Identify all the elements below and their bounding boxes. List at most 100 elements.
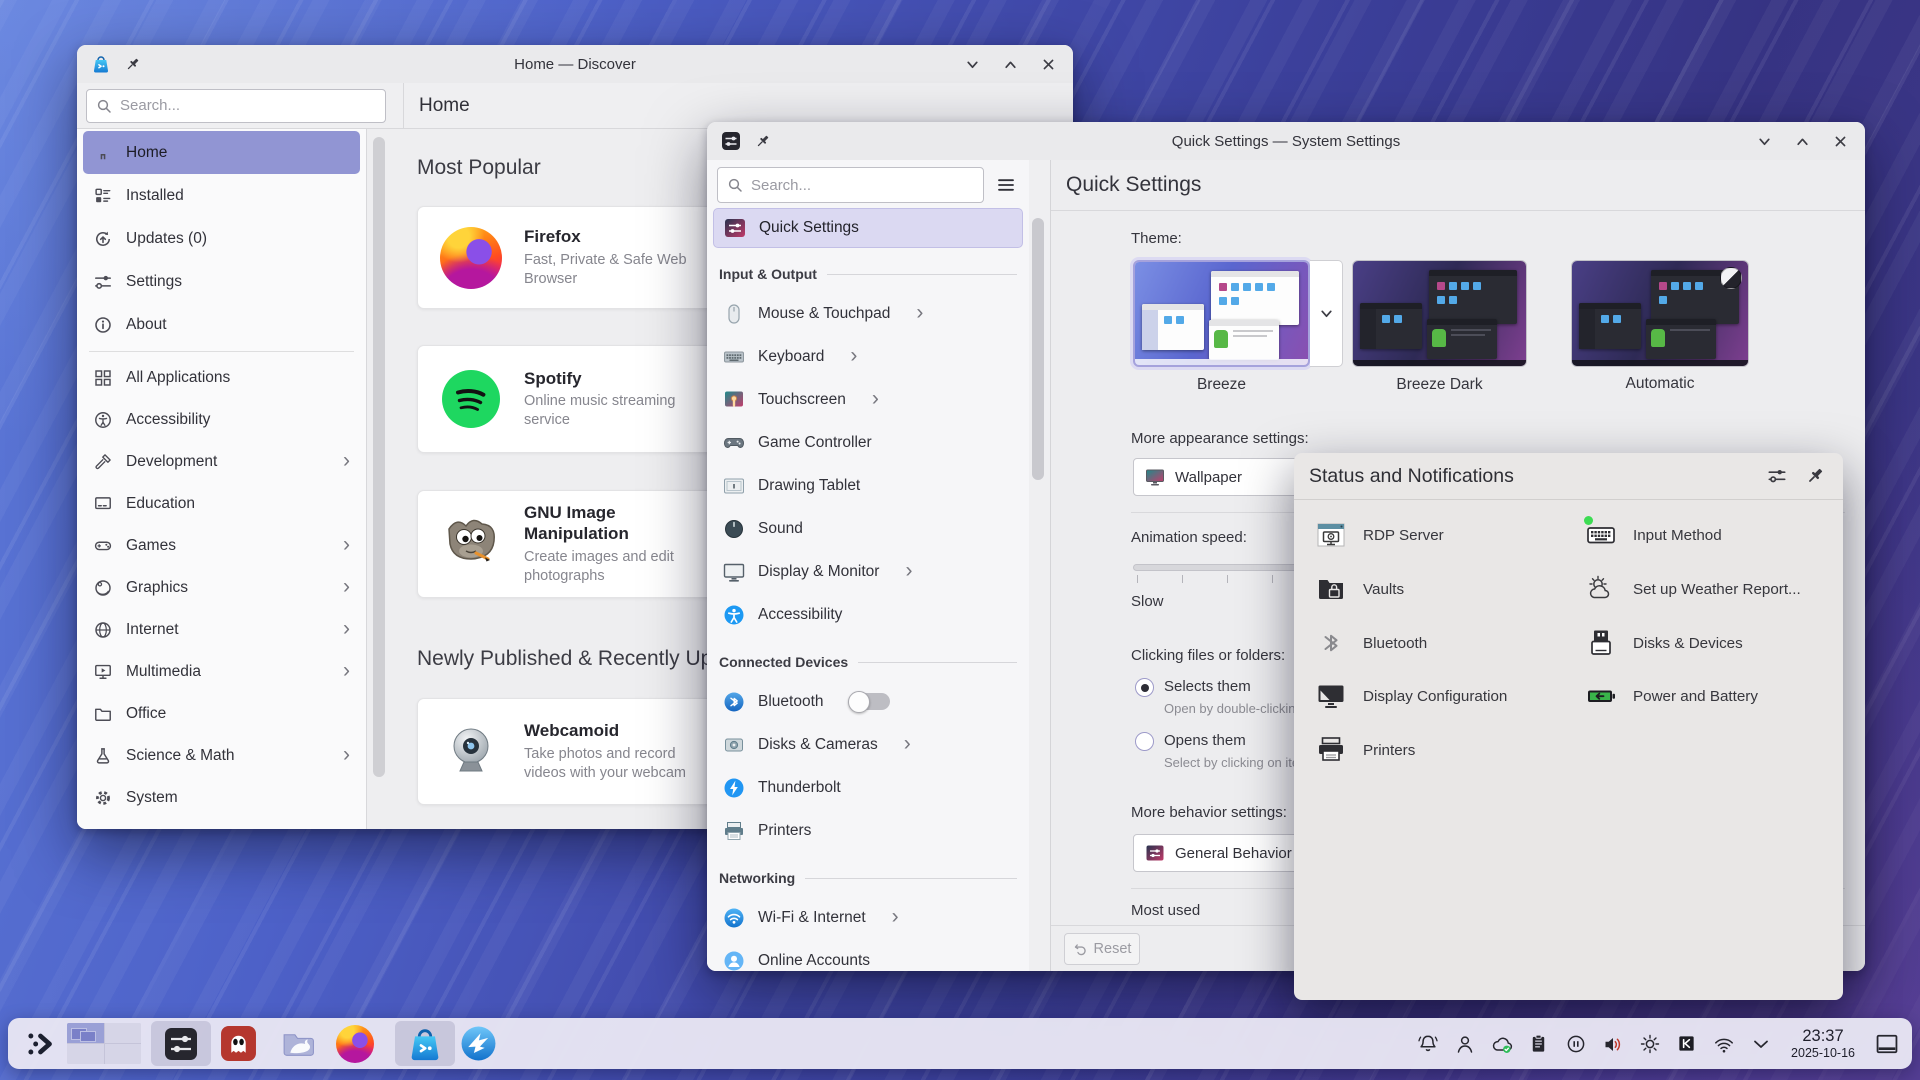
more-appearance-label: More appearance settings:	[1131, 430, 1309, 447]
settings-search-input[interactable]	[751, 177, 974, 194]
sidebar-item-online-accounts[interactable]: Online Accounts	[713, 939, 1023, 971]
settings-scrollbar[interactable]	[1032, 218, 1044, 480]
sidebar-item-mouse-touchpad[interactable]: Mouse & Touchpad ›	[713, 292, 1023, 335]
sidebar-item-game-controller[interactable]: Game Controller	[713, 421, 1023, 464]
pin-icon[interactable]	[1802, 463, 1828, 489]
sidebar-item-settings[interactable]: Settings	[83, 260, 360, 303]
sidebar-item-about[interactable]: About	[83, 303, 360, 346]
popup-item-display-configuration[interactable]: Display Configuration	[1316, 674, 1507, 718]
configure-icon[interactable]	[1764, 463, 1790, 489]
popup-item-vaults[interactable]: Vaults	[1316, 567, 1404, 611]
pin-icon[interactable]	[124, 56, 141, 73]
close-button[interactable]	[1832, 133, 1849, 150]
cloud-sync-icon[interactable]	[1491, 1033, 1513, 1055]
hamburger-menu-icon[interactable]	[991, 170, 1021, 200]
maximize-button[interactable]	[1002, 56, 1019, 73]
sidebar-item-keyboard[interactable]: Keyboard ›	[713, 335, 1023, 378]
theme-card-breeze-dark[interactable]	[1352, 260, 1527, 367]
theme-card-automatic[interactable]	[1571, 260, 1749, 367]
sidebar-item-games[interactable]: Games ›	[83, 525, 360, 567]
popup-item-bluetooth[interactable]: Bluetooth	[1316, 621, 1427, 665]
discover-scrollbar[interactable]	[373, 137, 385, 777]
pager-desktop-3[interactable]	[67, 1044, 104, 1064]
close-button[interactable]	[1040, 56, 1057, 73]
sidebar-item-home[interactable]: Home	[83, 131, 360, 174]
clock[interactable]: 23:37 2025-10-16	[1791, 1027, 1855, 1060]
popup-item-input-method[interactable]: Input Method	[1586, 513, 1722, 557]
pager-desktop-4[interactable]	[105, 1044, 142, 1064]
popup-item-disks-devices[interactable]: Disks & Devices	[1586, 621, 1743, 665]
popup-item-weather[interactable]: Set up Weather Report...	[1586, 567, 1801, 611]
radio-opens-them[interactable]	[1135, 732, 1154, 751]
task-falkon[interactable]	[460, 1018, 497, 1069]
sidebar-item-disks-cameras[interactable]: Disks & Cameras ›	[713, 723, 1023, 766]
expand-tray-icon[interactable]	[1750, 1033, 1772, 1055]
sidebar-item-thunderbolt[interactable]: Thunderbolt	[713, 766, 1023, 809]
notifications-icon[interactable]	[1417, 1033, 1439, 1055]
sidebar-item-accessibility[interactable]: Accessibility	[713, 593, 1023, 636]
wifi-icon[interactable]	[1713, 1033, 1735, 1055]
minimize-button[interactable]	[1756, 133, 1773, 150]
popup-item-power-battery[interactable]: Power and Battery	[1586, 674, 1758, 718]
show-desktop-button[interactable]	[1874, 1031, 1900, 1057]
game-controller-icon	[723, 432, 745, 454]
popup-item-printers[interactable]: Printers	[1316, 728, 1415, 772]
clipboard-icon[interactable]	[1528, 1033, 1550, 1055]
volume-icon[interactable]	[1602, 1033, 1624, 1055]
gear-icon	[93, 788, 113, 808]
settings-search[interactable]	[717, 167, 984, 203]
user-switcher-icon[interactable]	[1454, 1033, 1476, 1055]
sidebar-item-development[interactable]: Development ›	[83, 441, 360, 483]
minimize-button[interactable]	[964, 56, 981, 73]
radio-selects-them[interactable]	[1135, 678, 1154, 697]
keepassxc-icon[interactable]	[1676, 1033, 1698, 1055]
theme-card-breeze[interactable]	[1133, 260, 1310, 367]
sidebar-item-system[interactable]: System	[83, 777, 360, 819]
sidebar-item-wifi-internet[interactable]: Wi-Fi & Internet ›	[713, 896, 1023, 939]
app-launcher-button[interactable]	[25, 1018, 57, 1069]
sidebar-item-updates[interactable]: Updates (0)	[83, 217, 360, 260]
maximize-button[interactable]	[1794, 133, 1811, 150]
pager-desktop-2[interactable]	[105, 1023, 142, 1043]
media-paused-icon[interactable]	[1565, 1033, 1587, 1055]
sidebar-item-multimedia[interactable]: Multimedia ›	[83, 651, 360, 693]
hammer-icon	[93, 452, 113, 472]
sidebar-item-internet[interactable]: Internet ›	[83, 609, 360, 651]
sidebar-item-installed[interactable]: Installed	[83, 174, 360, 217]
pin-icon[interactable]	[754, 133, 771, 150]
sidebar-item-office[interactable]: Office	[83, 693, 360, 735]
slider-tick	[1137, 575, 1138, 583]
reset-button[interactable]: Reset	[1064, 933, 1140, 965]
sidebar-item-accessibility[interactable]: Accessibility	[83, 399, 360, 441]
sidebar-item-graphics[interactable]: Graphics ›	[83, 567, 360, 609]
sidebar-item-quick-settings[interactable]: Quick Settings	[713, 208, 1023, 248]
sidebar-item-all-applications[interactable]: All Applications	[83, 357, 360, 399]
task-ghostwriter[interactable]	[220, 1018, 257, 1069]
sidebar-item-printers[interactable]: Printers	[713, 809, 1023, 852]
sidebar-item-bluetooth[interactable]: Bluetooth	[713, 680, 1023, 723]
discover-search[interactable]	[86, 89, 386, 123]
theme-breeze-dropdown[interactable]	[1310, 260, 1343, 367]
virtual-desktop-pager[interactable]	[67, 1023, 141, 1064]
sidebar-item-drawing-tablet[interactable]: Drawing Tablet	[713, 464, 1023, 507]
discover-sidebar: Home Installed Updates (0) Settings Abou…	[77, 129, 367, 829]
sidebar-item-display-monitor[interactable]: Display & Monitor ›	[713, 550, 1023, 593]
task-firefox[interactable]	[336, 1018, 374, 1069]
task-dolphin[interactable]	[280, 1018, 317, 1069]
popup-header: Status and Notifications	[1294, 453, 1843, 500]
chevron-right-icon: ›	[343, 576, 350, 600]
sidebar-item-science-math[interactable]: Science & Math ›	[83, 735, 360, 777]
settings-titlebar[interactable]: Quick Settings — System Settings	[707, 122, 1865, 160]
task-system-settings[interactable]	[163, 1018, 199, 1069]
sidebar-item-touchscreen[interactable]: Touchscreen ›	[713, 378, 1023, 421]
brightness-icon[interactable]	[1639, 1033, 1661, 1055]
discover-search-input[interactable]	[120, 97, 376, 114]
sidebar-item-sound[interactable]: Sound	[713, 507, 1023, 550]
sidebar-item-education[interactable]: Education	[83, 483, 360, 525]
pager-desktop-1[interactable]	[67, 1023, 104, 1043]
section-header-connected-devices: Connected Devices	[713, 648, 1023, 676]
task-discover[interactable]	[406, 1018, 444, 1069]
bluetooth-toggle[interactable]	[850, 693, 890, 710]
discover-titlebar[interactable]: Home — Discover	[77, 45, 1073, 83]
popup-item-rdp-server[interactable]: RDP Server	[1316, 513, 1444, 557]
